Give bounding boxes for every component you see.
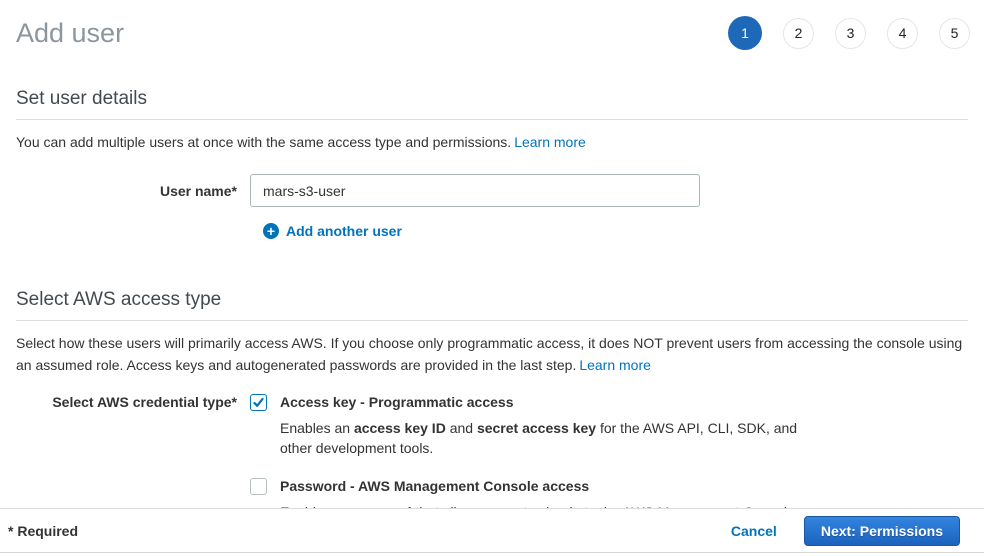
access-key-option-title: Access key - Programmatic access <box>280 394 797 411</box>
add-another-user-label: Add another user <box>286 223 402 239</box>
desc-bold: secret access key <box>477 420 596 436</box>
credential-options: Access key - Programmatic access Enables… <box>250 394 799 522</box>
credential-type-row: Select AWS credential type* Access key -… <box>16 394 968 522</box>
wizard-header: Add user 1 2 3 4 5 <box>0 0 984 50</box>
checkmark-icon <box>253 397 264 408</box>
desc-bold: access key ID <box>354 420 446 436</box>
step-2-indicator[interactable]: 2 <box>783 18 814 49</box>
add-another-user-button[interactable]: + Add another user <box>263 223 402 239</box>
access-key-checkbox[interactable] <box>250 394 267 411</box>
page-title: Add user <box>16 18 124 49</box>
user-details-intro-text: You can add multiple users at once with … <box>16 134 511 150</box>
wizard-stepper: 1 2 3 4 5 <box>728 16 970 50</box>
step-4-indicator[interactable]: 4 <box>887 18 918 49</box>
username-row: User name* <box>16 174 968 207</box>
next-permissions-button[interactable]: Next: Permissions <box>804 516 960 546</box>
desc-text: and <box>446 420 477 436</box>
section-heading-access-type: Select AWS access type <box>16 289 968 321</box>
access-type-intro-text: Select how these users will primarily ac… <box>16 335 962 373</box>
username-label: User name* <box>16 174 250 207</box>
footer-actions: Cancel Next: Permissions <box>731 516 960 546</box>
section-select-access-type: Select AWS access type Select how these … <box>16 289 968 522</box>
credential-type-label: Select AWS credential type* <box>16 394 250 522</box>
step-1-indicator[interactable]: 1 <box>728 16 762 50</box>
wizard-footer: * Required Cancel Next: Permissions <box>0 508 984 553</box>
plus-circle-icon: + <box>263 223 279 239</box>
learn-more-link-user-details[interactable]: Learn more <box>514 134 586 150</box>
access-type-intro: Select how these users will primarily ac… <box>16 332 968 376</box>
section-heading-user-details: Set user details <box>16 88 968 120</box>
user-details-intro: You can add multiple users at once with … <box>16 131 968 153</box>
step-5-indicator[interactable]: 5 <box>939 18 970 49</box>
learn-more-link-access-type[interactable]: Learn more <box>579 357 651 373</box>
required-note: * Required <box>8 523 78 539</box>
username-input[interactable] <box>250 174 700 207</box>
section-set-user-details: Set user details You can add multiple us… <box>16 88 968 241</box>
step-3-indicator[interactable]: 3 <box>835 18 866 49</box>
desc-text: for the AWS API, CLI, SDK, and <box>596 420 797 436</box>
access-key-option-content: Access key - Programmatic access Enables… <box>280 394 797 458</box>
desc-text: Enables an <box>280 420 354 436</box>
cancel-button[interactable]: Cancel <box>731 523 777 539</box>
desc-text: other development tools. <box>280 438 797 458</box>
password-checkbox[interactable] <box>250 478 267 495</box>
option-access-key: Access key - Programmatic access Enables… <box>250 394 799 458</box>
password-option-title: Password - AWS Management Console access <box>280 478 799 495</box>
access-key-option-desc: Enables an access key ID and secret acce… <box>280 418 797 458</box>
